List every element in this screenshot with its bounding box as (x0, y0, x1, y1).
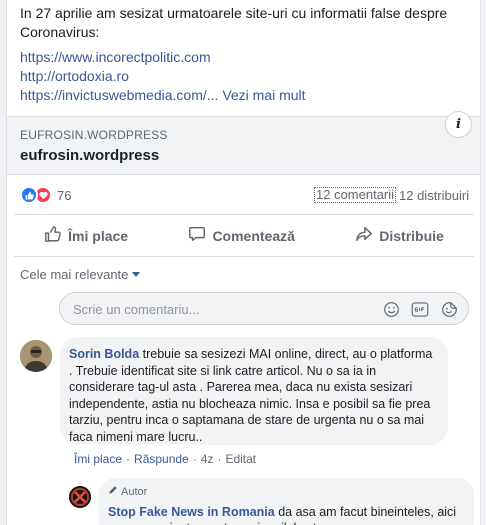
comment-bubble: Sorin Bolda trebuie sa sesizezi MAI onli… (60, 337, 448, 445)
comment-meta: Îmi place · Răspunde · 4z · Editat (74, 452, 257, 466)
like-button[interactable]: Îmi place (44, 225, 128, 246)
post-link-row: https://invictuswebmedia.com/... Vezi ma… (20, 86, 306, 105)
emoji-icon[interactable] (382, 300, 400, 318)
comment-text: trebuie sa sesizezi MAI online, direct, … (69, 347, 433, 444)
reactions-count: 76 (57, 187, 72, 203)
like-label: Îmi place (68, 227, 129, 244)
reply-bubble: Autor Stop Fake News in Romania da asa a… (99, 478, 474, 525)
author-badge: Autor (108, 484, 465, 501)
pencil-icon (108, 484, 118, 501)
comment-button[interactable]: Comentează (188, 225, 295, 246)
post-stats: 76 12 comentarii 12 distribuiri (7, 183, 480, 207)
link-preview[interactable]: EUFROSIN.WORDPRESS eufrosin.wordpress (7, 116, 480, 175)
see-more-link[interactable]: Vezi mai mult (222, 87, 305, 103)
like-reaction-icon (20, 186, 38, 204)
post-link[interactable]: http://ortodoxia.ro (20, 67, 306, 86)
thumbs-up-icon (44, 225, 62, 246)
post-actions: Îmi place Comentează Distribuie (14, 214, 474, 257)
comment-reply-link[interactable]: Răspunde (134, 452, 189, 466)
sticker-icon[interactable] (440, 300, 458, 318)
comment-placeholder: Scrie un comentariu... (73, 302, 200, 317)
preview-domain: EUFROSIN.WORDPRESS (20, 128, 168, 142)
avatar[interactable] (69, 486, 91, 508)
comment-label: Comentează (212, 227, 295, 244)
share-label: Distribuie (379, 227, 444, 244)
comment-input[interactable]: Scrie un comentariu... (59, 292, 469, 325)
avatar (20, 292, 52, 324)
post-card: In 27 aprilie am sesizat urmatoarele sit… (6, 0, 481, 525)
info-icon[interactable]: i (445, 111, 472, 138)
post-text-line: Coronavirus: (20, 24, 100, 40)
sort-label: Cele mai relevante (20, 267, 129, 282)
post-links: https://www.incorectpolitic.com http://o… (20, 48, 306, 105)
comment-author[interactable]: Sorin Bolda (69, 347, 139, 361)
comment-edited: Editat (225, 452, 257, 466)
share-arrow-icon (355, 225, 373, 246)
author-badge-label: Autor (121, 486, 148, 498)
post-text-line: In 27 aprilie am sesizat urmatoarele sit… (20, 5, 448, 21)
share-button[interactable]: Distribuie (355, 225, 444, 246)
post-link[interactable]: https://invictuswebmedia.com/... (20, 87, 218, 103)
reactions-summary[interactable]: 76 (20, 186, 71, 204)
shares-count[interactable]: 12 distribuiri (399, 188, 469, 203)
chevron-down-icon (132, 272, 141, 277)
composer-tools (382, 300, 458, 318)
preview-title[interactable]: eufrosin.wordpress (20, 147, 159, 164)
comments-count[interactable]: 12 comentarii (314, 187, 397, 203)
comment-timestamp[interactable]: 4z (201, 452, 214, 466)
comment-icon (188, 225, 206, 246)
post-link[interactable]: https://www.incorectpolitic.com (20, 48, 306, 67)
comment-composer: Scrie un comentariu... (20, 290, 470, 326)
gif-icon[interactable] (411, 300, 429, 318)
comment-like-link[interactable]: Îmi place (74, 452, 122, 466)
avatar[interactable] (20, 340, 52, 372)
comment-sort-dropdown[interactable]: Cele mai relevante (20, 267, 141, 282)
post-text: In 27 aprilie am sesizat urmatoarele sit… (20, 4, 470, 42)
reply-author[interactable]: Stop Fake News in Romania (108, 505, 275, 519)
